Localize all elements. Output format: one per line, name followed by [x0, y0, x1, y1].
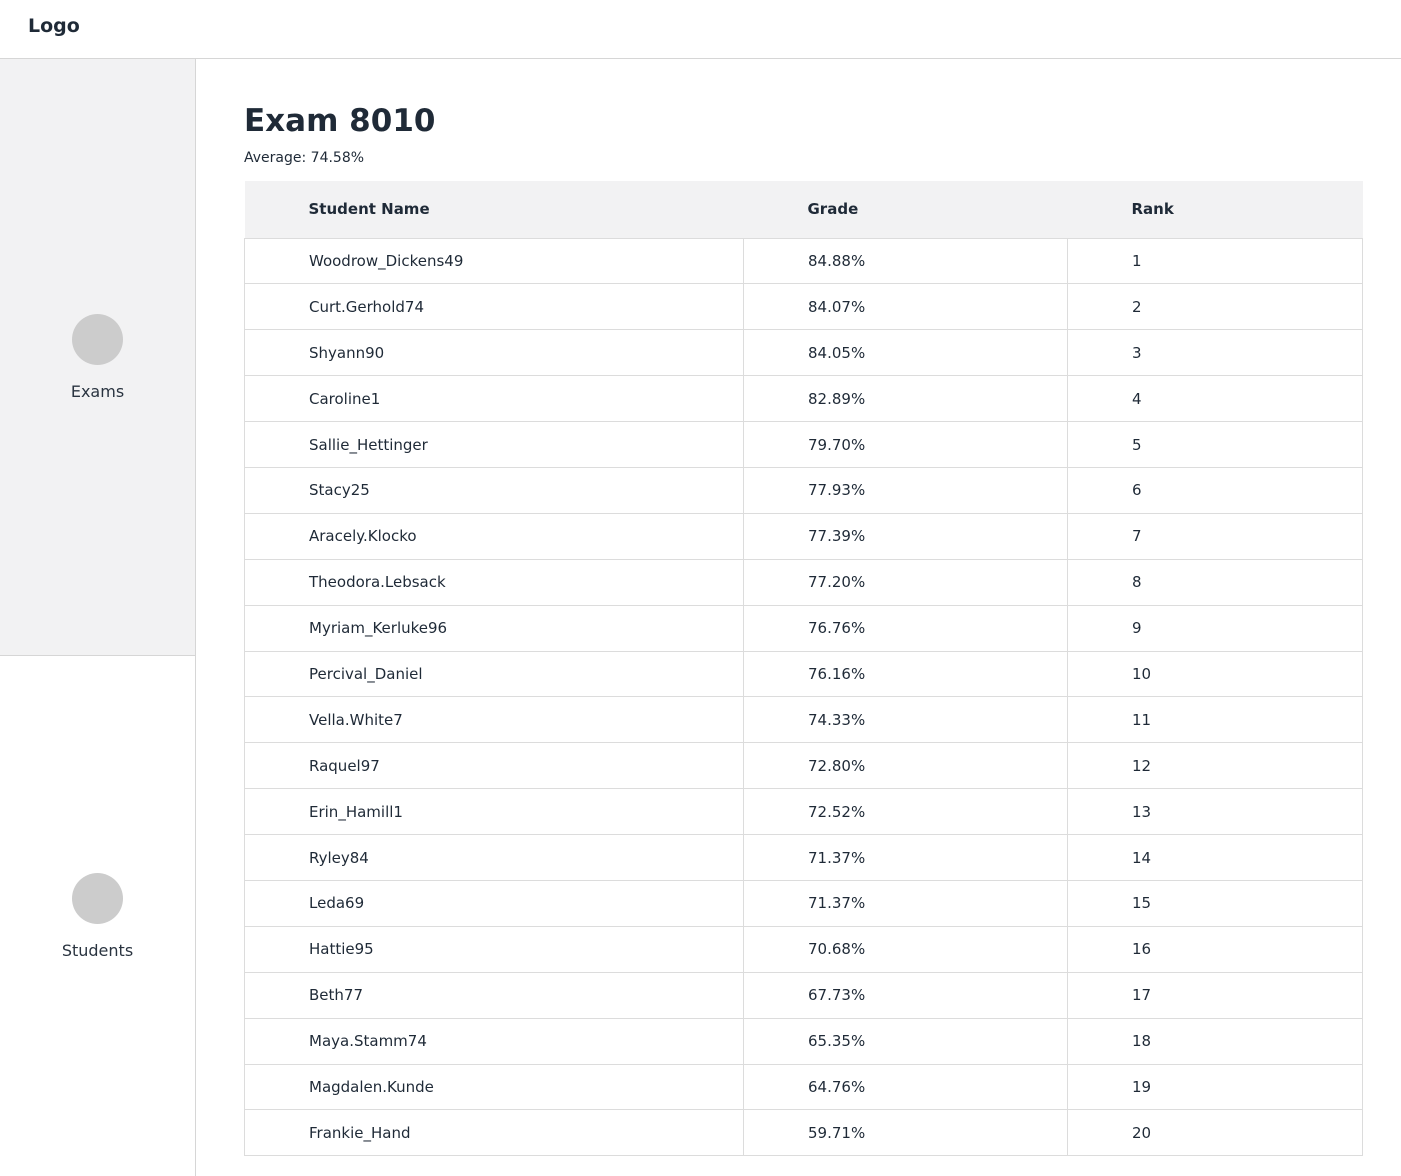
student-name-cell: Sallie_Hettinger: [244, 421, 744, 468]
student-name-cell: Stacy25: [244, 466, 744, 514]
grade-cell: 72.80%: [743, 742, 1068, 790]
table-header-row: Student Name Grade Rank: [244, 181, 1363, 238]
grade-cell: 77.20%: [743, 558, 1068, 606]
student-name-cell: Shyann90: [244, 329, 744, 377]
table-row[interactable]: Curt.Gerhold74 84.07% 2: [244, 283, 1363, 331]
student-name-cell: Hattie95: [244, 925, 744, 973]
column-header-rank[interactable]: Rank: [1068, 181, 1363, 238]
rank-cell: 17: [1067, 971, 1363, 1019]
sidebar-item-exams[interactable]: Exams: [0, 59, 195, 656]
table-row[interactable]: Caroline1 82.89% 4: [244, 375, 1363, 423]
student-name-cell: Ryley84: [244, 834, 744, 881]
table-row[interactable]: Raquel97 72.80% 12: [244, 742, 1363, 790]
grade-cell: 84.05%: [743, 329, 1068, 377]
top-bar: Logo: [0, 0, 1401, 59]
grade-cell: 74.33%: [743, 696, 1068, 744]
grade-cell: 82.89%: [743, 375, 1068, 423]
rank-cell: 20: [1067, 1109, 1363, 1157]
rank-cell: 5: [1067, 421, 1363, 468]
student-name-cell: Aracely.Klocko: [244, 512, 744, 560]
student-name-cell: Maya.Stamm74: [244, 1017, 744, 1065]
column-header-grade[interactable]: Grade: [744, 181, 1068, 238]
student-name-cell: Vella.White7: [244, 696, 744, 744]
table-row[interactable]: Aracely.Klocko 77.39% 7: [244, 512, 1363, 560]
grades-table: Student Name Grade Rank Woodrow_Dickens4…: [244, 181, 1363, 1157]
rank-cell: 8: [1067, 558, 1363, 606]
student-name-cell: Theodora.Lebsack: [244, 558, 744, 606]
circle-icon: [72, 873, 123, 924]
grade-cell: 64.76%: [743, 1063, 1068, 1111]
table-body: Woodrow_Dickens49 84.88% 1 Curt.Gerhold74 84…: [244, 237, 1363, 1157]
grade-cell: 71.37%: [743, 879, 1068, 927]
table-row[interactable]: Theodora.Lebsack 77.20% 8: [244, 558, 1363, 606]
table-row[interactable]: Stacy25 77.93% 6: [244, 466, 1363, 514]
grade-cell: 67.73%: [743, 971, 1068, 1019]
rank-cell: 11: [1067, 696, 1363, 744]
grade-cell: 76.16%: [743, 650, 1068, 698]
grade-cell: 84.88%: [743, 237, 1068, 285]
exam-average: Average: 74.58%: [244, 150, 365, 166]
table-row[interactable]: Leda69 71.37% 15: [244, 879, 1363, 927]
grade-cell: 70.68%: [743, 925, 1068, 973]
rank-cell: 7: [1067, 512, 1363, 560]
grade-cell: 65.35%: [743, 1017, 1068, 1065]
table-row[interactable]: Magdalen.Kunde 64.76% 19: [244, 1063, 1363, 1111]
rank-cell: 4: [1067, 375, 1363, 423]
sidebar-item-label: Students: [61, 941, 134, 960]
table-row[interactable]: Hattie95 70.68% 16: [244, 925, 1363, 973]
student-name-cell: Caroline1: [244, 375, 744, 423]
student-name-cell: Myriam_Kerluke96: [244, 604, 744, 652]
grade-cell: 77.93%: [743, 466, 1068, 514]
grade-cell: 76.76%: [743, 604, 1068, 652]
rank-cell: 14: [1067, 834, 1363, 881]
sidebar-item-label: Exams: [70, 381, 125, 401]
rank-cell: 10: [1067, 650, 1363, 698]
rank-cell: 16: [1067, 925, 1363, 973]
table-row[interactable]: Percival_Daniel 76.16% 10: [244, 650, 1363, 698]
student-name-cell: Curt.Gerhold74: [244, 283, 744, 331]
table-row[interactable]: Shyann90 84.05% 3: [244, 329, 1363, 377]
student-name-cell: Frankie_Hand: [244, 1109, 744, 1157]
grade-cell: 77.39%: [743, 512, 1068, 560]
student-name-cell: Percival_Daniel: [244, 650, 744, 698]
column-header-student-name[interactable]: Student Name: [245, 181, 744, 238]
table-row[interactable]: Vella.White7 74.33% 11: [244, 696, 1363, 744]
circle-icon: [72, 313, 123, 365]
rank-cell: 15: [1067, 879, 1363, 927]
rank-cell: 9: [1067, 604, 1363, 652]
rank-cell: 12: [1067, 742, 1363, 790]
grade-cell: 71.37%: [743, 834, 1068, 881]
student-name-cell: Leda69: [244, 879, 744, 927]
student-name-cell: Beth77: [244, 971, 744, 1019]
student-name-cell: Woodrow_Dickens49: [244, 237, 744, 285]
table-row[interactable]: Erin_Hamill1 72.52% 13: [244, 788, 1363, 836]
student-name-cell: Erin_Hamill1: [244, 788, 744, 836]
rank-cell: 18: [1067, 1017, 1363, 1065]
table-row[interactable]: Myriam_Kerluke96 76.76% 9: [244, 604, 1363, 652]
table-row[interactable]: Ryley84 71.37% 14: [244, 834, 1363, 881]
grade-cell: 79.70%: [743, 421, 1068, 468]
table-row[interactable]: Sallie_Hettinger 79.70% 5: [244, 421, 1363, 468]
student-name-cell: Magdalen.Kunde: [244, 1063, 744, 1111]
table-row[interactable]: Woodrow_Dickens49 84.88% 1: [244, 237, 1363, 285]
rank-cell: 6: [1067, 466, 1363, 514]
sidebar-item-students[interactable]: Students: [0, 657, 195, 1176]
rank-cell: 1: [1067, 237, 1363, 285]
table-row[interactable]: Maya.Stamm74 65.35% 18: [244, 1017, 1363, 1065]
sidebar: Exams Students: [0, 59, 196, 1176]
rank-cell: 3: [1067, 329, 1363, 377]
grade-cell: 84.07%: [743, 283, 1068, 331]
grade-cell: 59.71%: [743, 1109, 1068, 1157]
student-name-cell: Raquel97: [244, 742, 744, 790]
table-row[interactable]: Frankie_Hand 59.71% 20: [244, 1109, 1363, 1157]
page-title: Exam 8010: [244, 103, 436, 139]
grade-cell: 72.52%: [743, 788, 1068, 836]
rank-cell: 13: [1067, 788, 1363, 836]
rank-cell: 2: [1067, 283, 1363, 331]
rank-cell: 19: [1067, 1063, 1363, 1111]
logo[interactable]: Logo: [28, 15, 80, 37]
table-row[interactable]: Beth77 67.73% 17: [244, 971, 1363, 1019]
